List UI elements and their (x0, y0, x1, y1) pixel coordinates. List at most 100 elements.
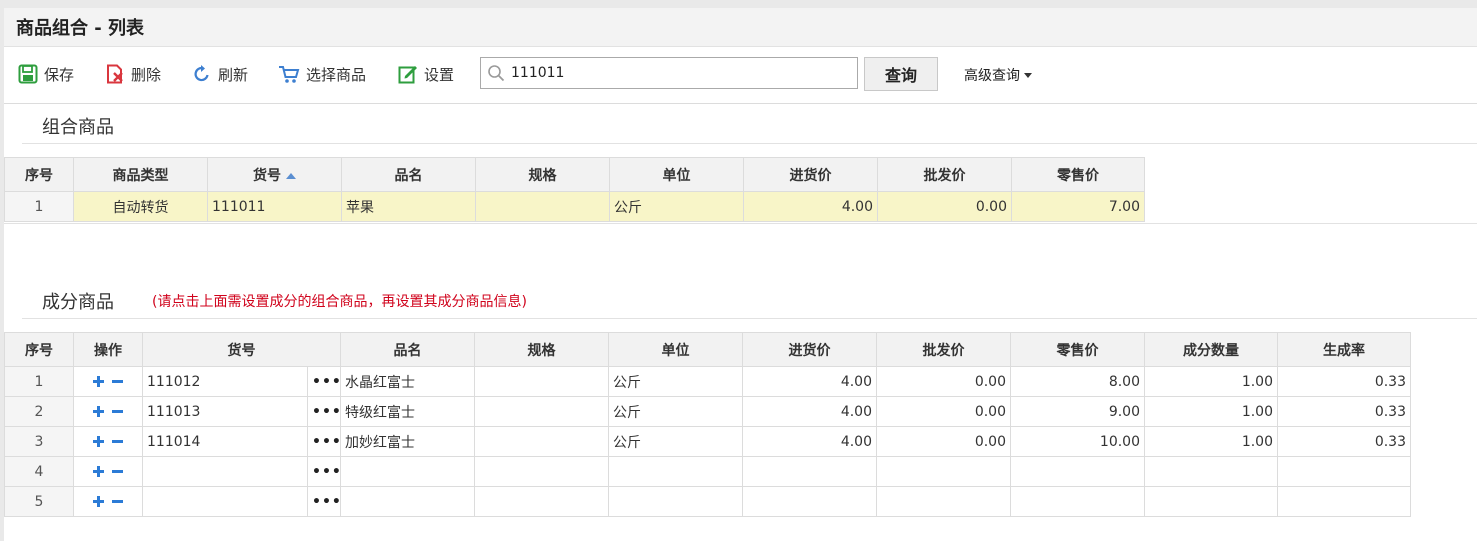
cell-spec[interactable] (475, 191, 610, 222)
cell-wholesale-price[interactable]: 0.00 (876, 426, 1011, 457)
search-box (480, 57, 858, 89)
col-actions: 操作 (73, 332, 143, 367)
cell-unit[interactable]: 公斤 (609, 191, 744, 222)
table-row[interactable]: 4 ••• (4, 456, 1411, 487)
cell-yield-rate[interactable] (1277, 486, 1411, 517)
cell-purchase-price[interactable]: 4.00 (743, 191, 878, 222)
table-row[interactable]: 3 111014 ••• 加妙红富士 公斤 4.00 0.00 10.00 1.… (4, 426, 1411, 457)
table-row[interactable]: 5 ••• (4, 486, 1411, 517)
cell-name[interactable]: 加妙红富士 (340, 426, 475, 457)
cell-name[interactable]: 特级红富士 (340, 396, 475, 427)
search-input[interactable] (509, 59, 857, 87)
cell-wholesale-price[interactable] (876, 486, 1011, 517)
cell-name[interactable]: 水晶红富士 (340, 366, 475, 397)
cell-unit[interactable]: 公斤 (608, 426, 743, 457)
cell-retail-price[interactable]: 8.00 (1010, 366, 1145, 397)
cell-yield-rate[interactable]: 0.33 (1277, 396, 1411, 427)
cell-unit[interactable] (608, 486, 743, 517)
cell-name[interactable] (340, 486, 475, 517)
cell-retail-price[interactable] (1010, 486, 1145, 517)
more-options-icon[interactable]: ••• (307, 426, 341, 457)
cell-component-qty[interactable]: 1.00 (1144, 396, 1278, 427)
col-type: 商品类型 (73, 157, 208, 192)
more-options-icon[interactable]: ••• (307, 396, 341, 427)
cell-purchase-price[interactable]: 4.00 (742, 426, 877, 457)
cell-code[interactable]: 111014 (142, 426, 308, 457)
col-component-qty: 成分数量 (1144, 332, 1278, 367)
remove-row-icon[interactable] (112, 376, 123, 387)
cell-code[interactable]: 111013 (142, 396, 308, 427)
save-icon (18, 64, 38, 84)
cell-name[interactable] (340, 456, 475, 487)
remove-row-icon[interactable] (112, 466, 123, 477)
refresh-label: 刷新 (218, 65, 249, 84)
cell-retail-price[interactable]: 9.00 (1010, 396, 1145, 427)
cell-purchase-price[interactable] (742, 456, 877, 487)
cell-component-qty[interactable] (1144, 486, 1278, 517)
advanced-query-label: 高级查询 (964, 68, 1020, 84)
cell-code[interactable]: 111012 (142, 366, 308, 397)
more-options-icon[interactable]: ••• (307, 366, 341, 397)
cell-retail-price[interactable]: 7.00 (1011, 191, 1145, 222)
cell-purchase-price[interactable]: 4.00 (742, 366, 877, 397)
cell-wholesale-price[interactable]: 0.00 (876, 396, 1011, 427)
cell-code[interactable] (142, 486, 308, 517)
col-index: 序号 (4, 332, 74, 367)
add-row-icon[interactable] (93, 436, 104, 447)
col-code[interactable]: 货号 (207, 157, 342, 192)
cell-yield-rate[interactable]: 0.33 (1277, 426, 1411, 457)
col-wholesale-price: 批发价 (876, 332, 1011, 367)
select-goods-button[interactable]: 选择商品 (278, 62, 366, 86)
query-button[interactable]: 查询 (864, 57, 938, 91)
advanced-query-dropdown[interactable]: 高级查询 (964, 65, 1032, 85)
add-row-icon[interactable] (93, 406, 104, 417)
col-unit: 单位 (608, 332, 743, 367)
cell-purchase-price[interactable] (742, 486, 877, 517)
cell-purchase-price[interactable]: 4.00 (742, 396, 877, 427)
cell-unit[interactable]: 公斤 (608, 396, 743, 427)
cell-component-qty[interactable]: 1.00 (1144, 426, 1278, 457)
cell-spec[interactable] (474, 486, 609, 517)
remove-row-icon[interactable] (112, 496, 123, 507)
remove-row-icon[interactable] (112, 436, 123, 447)
edit-icon (398, 66, 417, 84)
settings-button[interactable]: 设置 (398, 62, 454, 86)
cell-wholesale-price[interactable] (876, 456, 1011, 487)
refresh-button[interactable]: 刷新 (192, 62, 248, 86)
caret-down-icon (1024, 72, 1032, 78)
shopping-cart-icon (279, 66, 300, 83)
cell-spec[interactable] (474, 396, 609, 427)
save-button[interactable]: 保存 (18, 62, 74, 86)
cell-unit[interactable] (608, 456, 743, 487)
table-row[interactable]: 1 111012 ••• 水晶红富士 公斤 4.00 0.00 8.00 1.0… (4, 366, 1411, 397)
remove-row-icon[interactable] (112, 406, 123, 417)
cell-name[interactable]: 苹果 (341, 191, 476, 222)
cell-wholesale-price[interactable]: 0.00 (877, 191, 1012, 222)
more-options-icon[interactable]: ••• (307, 486, 341, 517)
cell-retail-price[interactable]: 10.00 (1010, 426, 1145, 457)
cell-yield-rate[interactable]: 0.33 (1277, 366, 1411, 397)
table-row[interactable]: 2 111013 ••• 特级红富士 公斤 4.00 0.00 9.00 1.0… (4, 396, 1411, 427)
add-row-icon[interactable] (93, 466, 104, 477)
cell-component-qty[interactable]: 1.00 (1144, 366, 1278, 397)
cell-spec[interactable] (474, 456, 609, 487)
delete-button[interactable]: 删除 (105, 62, 161, 86)
cell-spec[interactable] (474, 366, 609, 397)
toolbar: 保存 删除 刷新 选择商品 设置 111011 查询 高级查询 (4, 47, 1477, 104)
col-retail-price: 零售价 (1011, 157, 1145, 192)
cell-yield-rate[interactable] (1277, 456, 1411, 487)
cell-retail-price[interactable] (1010, 456, 1145, 487)
cell-type[interactable]: 自动转货 (73, 191, 208, 222)
add-row-icon[interactable] (93, 376, 104, 387)
more-options-icon[interactable]: ••• (307, 456, 341, 487)
combo-divider (22, 143, 1477, 144)
sort-ascending-icon[interactable] (286, 172, 296, 179)
add-row-icon[interactable] (93, 496, 104, 507)
cell-wholesale-price[interactable]: 0.00 (876, 366, 1011, 397)
table-row[interactable]: 1 自动转货 111011 苹果 公斤 4.00 0.00 7.00 (4, 191, 1145, 222)
cell-component-qty[interactable] (1144, 456, 1278, 487)
cell-unit[interactable]: 公斤 (608, 366, 743, 397)
cell-code[interactable] (142, 456, 308, 487)
cell-code[interactable]: 111011 (207, 191, 342, 222)
cell-spec[interactable] (474, 426, 609, 457)
